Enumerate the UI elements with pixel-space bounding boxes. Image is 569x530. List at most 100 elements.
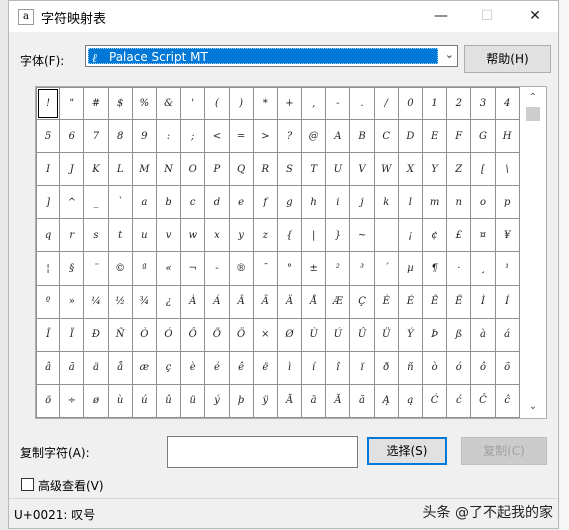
character-cell[interactable]: Þ bbox=[423, 318, 448, 352]
character-cell[interactable]: X bbox=[398, 153, 423, 187]
character-cell[interactable]: s bbox=[84, 219, 109, 253]
character-cell[interactable]: ß bbox=[447, 318, 472, 352]
character-cell[interactable]: o bbox=[471, 186, 496, 220]
character-cell[interactable]: e bbox=[229, 186, 254, 220]
character-cell[interactable]: à bbox=[471, 318, 496, 352]
character-cell[interactable]: ¡ bbox=[398, 219, 423, 253]
character-cell[interactable]: b bbox=[156, 186, 182, 220]
advanced-view-checkbox[interactable] bbox=[21, 478, 34, 491]
character-cell[interactable]: x bbox=[205, 219, 230, 253]
scroll-up-icon[interactable]: ⌃ bbox=[520, 89, 546, 107]
character-cell[interactable]: y bbox=[229, 219, 254, 253]
character-cell[interactable]: p bbox=[495, 186, 520, 220]
character-cell[interactable]: { bbox=[277, 219, 303, 253]
character-cell[interactable]: ĉ bbox=[495, 384, 520, 418]
character-cell[interactable]: ; bbox=[181, 120, 206, 154]
character-cell[interactable]: I bbox=[36, 153, 61, 187]
character-cell[interactable]: Ø bbox=[277, 318, 303, 352]
character-cell[interactable]: ą bbox=[398, 384, 423, 418]
character-cell[interactable]: @ bbox=[302, 120, 327, 154]
character-cell[interactable]: ¹ bbox=[495, 252, 520, 286]
character-cell[interactable]: © bbox=[108, 252, 133, 286]
character-cell[interactable]: G bbox=[471, 120, 496, 154]
character-cell[interactable]: ¤ bbox=[471, 219, 496, 253]
title-bar[interactable]: a 字符映射表 — ☐ ✕ bbox=[9, 1, 558, 32]
character-cell[interactable]: â bbox=[36, 351, 61, 385]
character-cell[interactable]: Ý bbox=[398, 318, 423, 352]
character-cell[interactable]: ) bbox=[229, 87, 254, 121]
character-cell[interactable]: c bbox=[181, 186, 206, 220]
character-cell[interactable]: ā bbox=[302, 384, 327, 418]
character-cell[interactable]: " bbox=[60, 87, 85, 121]
character-cell[interactable]: Ã bbox=[253, 285, 278, 319]
character-cell[interactable]: 5 bbox=[36, 120, 61, 154]
character-cell[interactable]: ÿ bbox=[253, 384, 278, 418]
character-cell[interactable]: Ì bbox=[471, 285, 496, 319]
character-cell[interactable]: ¼ bbox=[84, 285, 109, 319]
character-cell[interactable]: ! bbox=[36, 87, 61, 121]
character-cell[interactable]: Ñ bbox=[108, 318, 133, 352]
character-cell[interactable]: q bbox=[36, 219, 61, 253]
character-cell[interactable]: H bbox=[495, 120, 520, 154]
character-cell[interactable]: Û bbox=[350, 318, 375, 352]
character-cell[interactable]: l bbox=[398, 186, 423, 220]
character-cell[interactable]: j bbox=[350, 186, 375, 220]
character-cell[interactable]: Ò bbox=[132, 318, 157, 352]
character-cell[interactable]: / bbox=[374, 87, 399, 121]
character-cell[interactable]: , bbox=[302, 87, 327, 121]
character-cell[interactable]: ¨ bbox=[84, 252, 109, 286]
character-cell[interactable]: n bbox=[447, 186, 472, 220]
character-cell[interactable]: ä bbox=[84, 351, 109, 385]
character-cell[interactable]: U bbox=[326, 153, 351, 187]
character-cell[interactable]: ð bbox=[374, 351, 399, 385]
character-cell[interactable]: ü bbox=[181, 384, 206, 418]
select-button[interactable]: 选择(S) bbox=[367, 437, 447, 465]
character-cell[interactable]: » bbox=[60, 285, 85, 319]
character-cell[interactable]: ª bbox=[132, 252, 157, 286]
character-cell[interactable]: ¶ bbox=[423, 252, 448, 286]
character-cell[interactable]: 9 bbox=[132, 120, 157, 154]
character-cell[interactable]: m bbox=[423, 186, 448, 220]
close-button[interactable]: ✕ bbox=[512, 1, 558, 32]
advanced-view-label[interactable]: 高级查看(V) bbox=[38, 477, 104, 494]
copy-characters-input[interactable] bbox=[167, 436, 358, 468]
character-cell[interactable]: k bbox=[374, 186, 399, 220]
character-cell[interactable]: N bbox=[156, 153, 182, 187]
character-cell[interactable]: - bbox=[326, 87, 351, 121]
character-cell[interactable]: Ă bbox=[326, 384, 351, 418]
character-cell[interactable]: E bbox=[423, 120, 448, 154]
character-cell[interactable]: § bbox=[60, 252, 85, 286]
character-cell[interactable]: a bbox=[132, 186, 157, 220]
character-cell[interactable]: : bbox=[156, 120, 182, 154]
character-cell[interactable]: þ bbox=[229, 384, 254, 418]
character-cell[interactable]: ÷ bbox=[60, 384, 85, 418]
character-cell[interactable]: æ bbox=[132, 351, 157, 385]
character-cell[interactable]: ' bbox=[181, 87, 206, 121]
character-cell[interactable]: P bbox=[205, 153, 230, 187]
character-cell[interactable]: B bbox=[350, 120, 375, 154]
character-cell[interactable]: K bbox=[84, 153, 109, 187]
character-cell[interactable]: F bbox=[447, 120, 472, 154]
character-cell[interactable]: ã bbox=[60, 351, 85, 385]
character-cell[interactable]: ` bbox=[108, 186, 133, 220]
character-cell[interactable]: u bbox=[132, 219, 157, 253]
character-cell[interactable]: ì bbox=[277, 351, 303, 385]
character-cell[interactable]: · bbox=[447, 252, 472, 286]
character-cell[interactable]: × bbox=[253, 318, 278, 352]
character-cell[interactable]: ë bbox=[253, 351, 278, 385]
character-cell[interactable]: 0 bbox=[398, 87, 423, 121]
character-cell[interactable]: h bbox=[302, 186, 327, 220]
character-cell[interactable]: ¿ bbox=[156, 285, 182, 319]
character-cell[interactable]: Õ bbox=[205, 318, 230, 352]
character-cell[interactable]: È bbox=[374, 285, 399, 319]
character-cell[interactable]: è bbox=[181, 351, 206, 385]
character-cell[interactable]: S bbox=[277, 153, 303, 187]
character-cell[interactable]: M bbox=[132, 153, 157, 187]
character-cell[interactable]: W bbox=[374, 153, 399, 187]
character-cell[interactable]: ² bbox=[326, 252, 351, 286]
character-cell[interactable]: ³ bbox=[350, 252, 375, 286]
character-cell[interactable]: î bbox=[326, 351, 351, 385]
character-cell[interactable]: Æ bbox=[326, 285, 351, 319]
character-cell[interactable]: $ bbox=[108, 87, 133, 121]
character-cell[interactable]: ¯ bbox=[253, 252, 278, 286]
